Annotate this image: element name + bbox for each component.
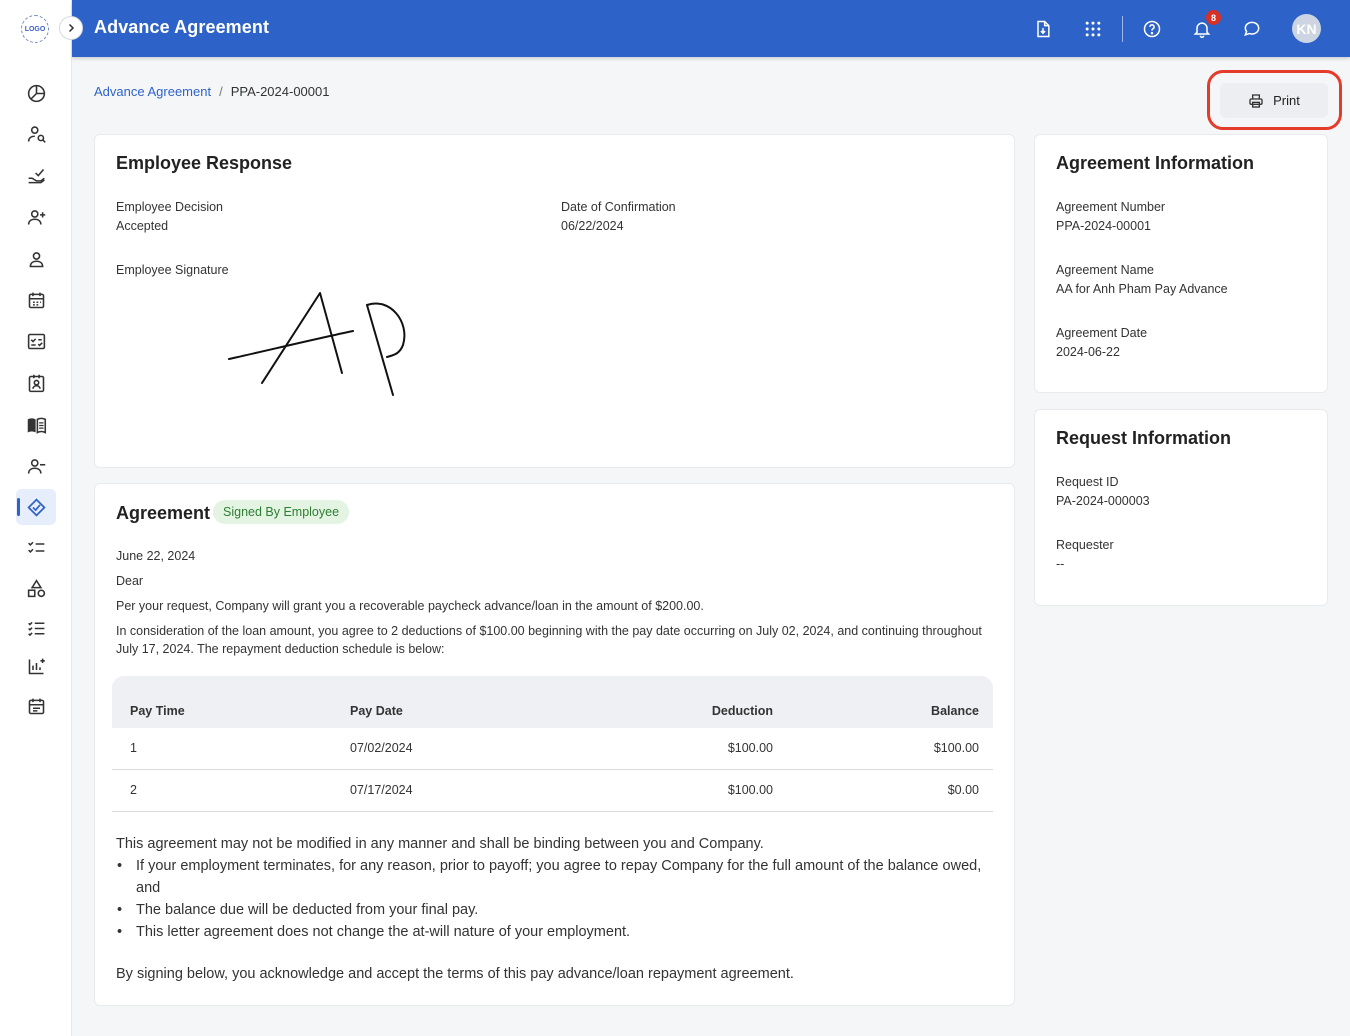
checklist-board-icon[interactable] <box>16 323 56 359</box>
calendar-icon[interactable] <box>16 282 56 318</box>
pay-time-cell: 2 <box>130 783 137 797</box>
sidebar-toggle-button[interactable] <box>59 16 83 40</box>
breadcrumb-separator: / <box>219 84 223 99</box>
balance-cell: $100.00 <box>933 741 979 755</box>
employee-signature-image <box>228 292 406 396</box>
date-of-confirmation-value: 06/22/2024 <box>561 219 624 233</box>
pay-date-cell: 07/17/2024 <box>350 783 413 797</box>
user-search-icon[interactable] <box>16 116 56 152</box>
task-list-icon[interactable] <box>16 529 56 565</box>
column-header-balance: Balance <box>931 704 979 718</box>
agreement-salutation: Dear <box>116 574 144 588</box>
breadcrumb: Advance Agreement / PPA-2024-00001 <box>94 84 329 99</box>
balance-cell: $0.00 <box>947 783 979 797</box>
chat-icon[interactable] <box>1239 16 1265 42</box>
requester-value: -- <box>1056 557 1065 571</box>
sidebar: LOGO <box>0 0 72 1036</box>
agreement-number-label: Agreement Number <box>1056 200 1166 214</box>
notification-count-badge: 8 <box>1206 10 1221 25</box>
request-information-title: Request Information <box>1056 428 1232 448</box>
requester-label: Requester <box>1056 538 1114 552</box>
employee-decision-label: Employee Decision <box>116 200 223 214</box>
user-icon[interactable] <box>16 241 56 277</box>
agreement-paragraph-2: In consideration of the loan amount, you… <box>116 624 982 656</box>
pay-time-cell: 1 <box>130 741 137 755</box>
contact-card-icon[interactable] <box>16 365 56 401</box>
agreement-name-value: AA for Anh Pham Pay Advance <box>1056 282 1228 296</box>
dashboard-icon[interactable] <box>16 75 56 111</box>
employee-decision-value: Accepted <box>116 219 169 233</box>
user-avatar[interactable]: KN <box>1292 14 1321 43</box>
top-bar: Advance Agreement 8 KN <box>59 0 1350 57</box>
agreement-date-value: 2024-06-22 <box>1056 345 1120 359</box>
topbar-divider <box>1122 16 1123 42</box>
employee-response-title: Employee Response <box>116 153 293 173</box>
request-information-card: Request Information Request ID PA-2024-0… <box>1034 409 1328 606</box>
schedule-icon[interactable] <box>16 688 56 724</box>
agreement-status-badge: Signed By Employee <box>213 500 350 524</box>
terms-bullet: The balance due will be deducted from yo… <box>116 899 996 921</box>
book-icon[interactable] <box>16 407 56 443</box>
agreement-name-label: Agreement Name <box>1056 263 1154 277</box>
printer-icon <box>1249 93 1263 108</box>
table-row: 1 07/02/2024 $100.00 $100.00 <box>112 728 993 770</box>
request-id-value: PA-2024-000003 <box>1056 494 1150 508</box>
agreement-information-card: Agreement Information Agreement Number P… <box>1034 134 1328 393</box>
agreement-number-value: PPA-2024-00001 <box>1056 219 1151 233</box>
print-button-label: Print <box>1273 93 1300 108</box>
help-icon[interactable] <box>1139 16 1165 42</box>
deduction-cell: $100.00 <box>727 783 773 797</box>
agreement-information-title: Agreement Information <box>1056 153 1255 173</box>
column-header-pay-date: Pay Date <box>350 704 403 718</box>
page-header-title: Advance Agreement <box>94 17 270 37</box>
user-add-icon[interactable] <box>16 199 56 235</box>
deduction-cell: $100.00 <box>727 741 773 755</box>
hand-check-icon[interactable] <box>16 158 56 194</box>
pay-advance-icon[interactable] <box>16 489 56 525</box>
shapes-icon[interactable] <box>16 570 56 606</box>
agreement-date-text: June 22, 2024 <box>116 549 196 563</box>
request-id-label: Request ID <box>1056 475 1119 489</box>
terms-bullet: If your employment terminates, for any r… <box>116 855 996 899</box>
agreement-terms: This agreement may not be modified in an… <box>116 833 996 943</box>
agreement-card: Agreement Signed By Employee June 22, 20… <box>94 483 1015 1006</box>
agreement-paragraph-1: Per your request, Company will grant you… <box>116 599 704 613</box>
column-header-pay-time: Pay Time <box>130 704 185 718</box>
pay-date-cell: 07/02/2024 <box>350 741 413 755</box>
company-logo[interactable]: LOGO <box>21 15 49 43</box>
column-header-deduction: Deduction <box>711 704 773 718</box>
breadcrumb-link-advance-agreement[interactable]: Advance Agreement <box>94 84 211 99</box>
agreement-closing: By signing below, you acknowledge and ac… <box>116 966 794 982</box>
terms-intro: This agreement may not be modified in an… <box>116 836 764 852</box>
employee-response-card: Employee Response Employee Decision Acce… <box>94 134 1015 468</box>
numbered-list-icon[interactable] <box>16 610 56 646</box>
user-remove-icon[interactable] <box>16 448 56 484</box>
date-of-confirmation-label: Date of Confirmation <box>561 200 676 214</box>
terms-bullet: This letter agreement does not change th… <box>116 921 996 943</box>
apps-grid-icon[interactable] <box>1080 16 1106 42</box>
download-document-icon[interactable] <box>1030 16 1056 42</box>
agreement-title: Agreement <box>116 503 211 523</box>
report-chart-icon[interactable] <box>16 648 56 684</box>
print-button[interactable]: Print <box>1220 83 1328 118</box>
chevron-right-icon <box>68 23 75 33</box>
breadcrumb-current: PPA-2024-00001 <box>230 84 330 99</box>
repayment-schedule-table: Pay Time Pay Date Deduction Balance 1 07… <box>112 676 993 812</box>
agreement-date-label: Agreement Date <box>1056 326 1148 340</box>
employee-signature-label: Employee Signature <box>116 263 229 277</box>
table-row: 2 07/17/2024 $100.00 $0.00 <box>112 770 993 812</box>
table-header-row: Pay Time Pay Date Deduction Balance <box>112 676 993 728</box>
